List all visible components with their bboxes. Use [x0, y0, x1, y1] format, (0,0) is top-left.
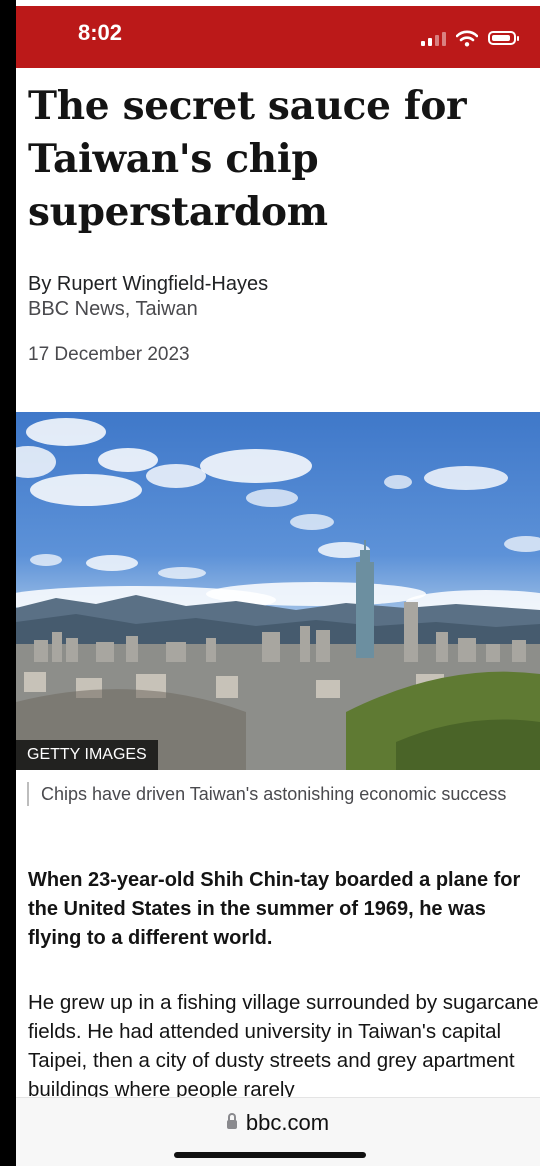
signal-icon: [421, 30, 446, 46]
publish-date: 17 December 2023: [28, 344, 190, 365]
lock-icon: [226, 1113, 237, 1129]
wifi-icon: [456, 30, 478, 46]
status-bar: 8:02: [16, 6, 540, 68]
article-headline: The secret sauce for Taiwan's chip super…: [28, 83, 467, 235]
url-text: bbc.com: [245, 1110, 330, 1135]
image-caption: Chips have driven Taiwan's astonishing e…: [27, 782, 531, 806]
outlet-label: BBC News, Taiwan: [28, 298, 198, 320]
home-indicator[interactable]: [174, 1152, 366, 1158]
author-link[interactable]: By Rupert Wingfield-Hayes: [28, 272, 268, 297]
hero-image[interactable]: GETTY IMAGES: [16, 412, 540, 770]
url-display[interactable]: bbc.com: [16, 1110, 540, 1136]
body-paragraph: He grew up in a fishing village surround…: [28, 991, 539, 1101]
battery-icon: [488, 31, 519, 45]
image-credit: GETTY IMAGES: [16, 740, 158, 770]
byline: By Rupert Wingfield-Hayes BBC News, Taiw…: [28, 272, 268, 322]
browser-screen: 8:02 The secret sauce for Taiwan's chip …: [16, 0, 540, 1166]
status-time: 8:02: [78, 20, 123, 45]
status-icons: [421, 28, 519, 48]
lead-paragraph: When 23-year-old Shih Chin-tay boarded a…: [28, 869, 521, 949]
taipei-skyline-illustration: [16, 418, 540, 770]
